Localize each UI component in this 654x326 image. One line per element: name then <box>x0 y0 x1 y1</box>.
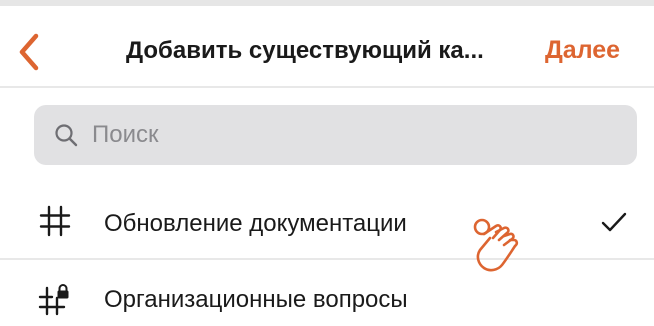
checkmark-icon <box>601 212 627 232</box>
channel-item-org-questions[interactable]: Организационные вопросы <box>0 260 654 326</box>
page-title: Добавить существующий ка... <box>126 37 484 64</box>
next-button[interactable]: Далее <box>545 36 620 65</box>
search-icon <box>55 124 78 147</box>
channel-name: Организационные вопросы <box>104 286 408 313</box>
channel-name: Обновление документации <box>104 210 407 237</box>
back-button[interactable] <box>14 32 44 72</box>
chevron-left-icon <box>19 33 39 71</box>
header: Добавить существующий ка... Далее <box>0 6 654 88</box>
add-existing-channel-screen: Добавить существующий ка... Далее Обновл… <box>0 0 654 326</box>
search-input[interactable] <box>92 105 622 165</box>
channel-item-docs-update[interactable]: Обновление документации <box>0 186 654 258</box>
search-bar[interactable] <box>34 105 637 165</box>
hash-lock-icon <box>38 284 69 316</box>
hash-icon <box>39 205 71 237</box>
